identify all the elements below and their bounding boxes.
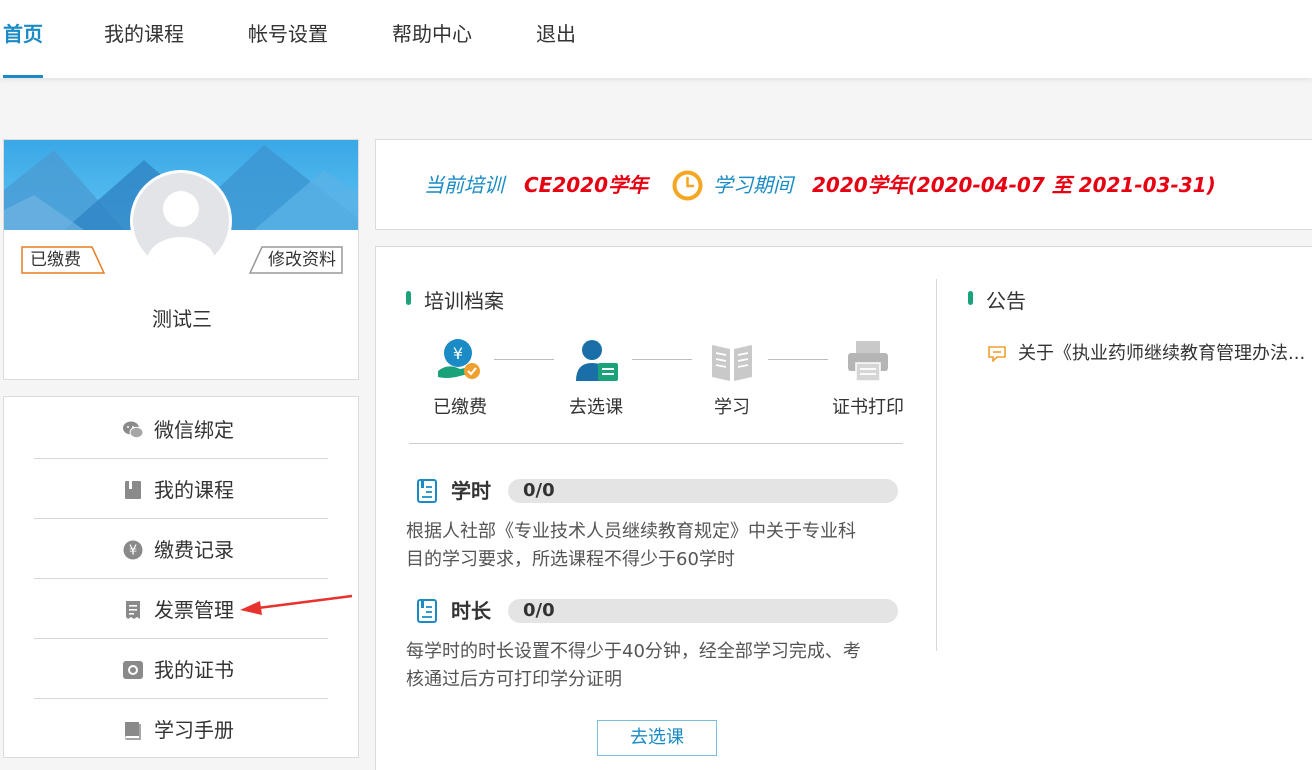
study-period-label: 学习期间 [713, 173, 793, 197]
hours-description: 根据人社部《专业技术人员继续教育规定》中关于专业科 目的学习要求，所选课程不得少… [406, 518, 906, 574]
menu-label: 缴费记录 [154, 538, 234, 562]
nav-account-settings[interactable]: 帐号设置 [248, 0, 328, 78]
archive-title: 培训档案 [424, 289, 504, 313]
nav-help-center[interactable]: 帮助中心 [392, 0, 472, 78]
book-icon [125, 481, 141, 499]
wechat-icon [123, 421, 144, 439]
notice-text: 关于《执业药师继续教育管理办法... [1018, 343, 1306, 364]
annotation-arrow-icon [240, 594, 353, 615]
study-period-value: 2020学年(2020-04-07 至 2021-03-31) [812, 173, 1216, 197]
menu-item-my-courses[interactable]: 我的课程 [34, 459, 328, 519]
archive-section-title: 培训档案 [406, 285, 504, 314]
step-label: 去选课 [569, 397, 623, 418]
print-icon [848, 341, 888, 382]
step-label: 已缴费 [433, 397, 487, 418]
clock-icon [672, 170, 703, 201]
invoice-icon [126, 601, 140, 619]
nav-logout[interactable]: 退出 [536, 0, 576, 78]
current-training-value: CE2020学年 [524, 173, 649, 197]
current-training-bar: 当前培训 CE2020学年 学习期间 2020学年(2020-04-07 至 2… [375, 139, 1312, 230]
nav-my-courses[interactable]: 我的课程 [104, 0, 184, 78]
step-label: 学习 [714, 397, 750, 418]
duration-title: 时长 [451, 599, 491, 623]
paid-icon: ¥ [438, 339, 480, 379]
paid-badge-label: 已缴费 [30, 250, 81, 270]
main-panel: 培训档案 ¥ 已缴费 去选课 学习 证书打印 学时 0/0 根据人社部《专业技术… [375, 246, 1312, 770]
menu-item-my-certificate[interactable]: 我的证书 [34, 639, 328, 699]
yen-icon: ¥ [123, 540, 143, 560]
manual-icon [125, 722, 141, 740]
document-icon [417, 599, 437, 623]
menu-item-study-manual[interactable]: 学习手册 [34, 699, 328, 759]
menu-label: 微信绑定 [154, 418, 234, 442]
menu-item-wechat-binding[interactable]: 微信绑定 [34, 399, 328, 459]
section-marker [406, 291, 411, 305]
top-navigation: 首页 我的课程 帐号设置 帮助中心 退出 [0, 0, 1312, 78]
select-course-button[interactable]: 去选课 [597, 720, 717, 756]
menu-label: 发票管理 [154, 598, 234, 622]
select-course-icon [576, 340, 618, 381]
duration-progress-bar: 0/0 [508, 599, 898, 623]
step-connector [494, 359, 554, 360]
step-connector [632, 359, 692, 360]
certificate-icon [123, 661, 143, 679]
duration-stat: 时长 0/0 [416, 598, 898, 624]
edit-profile-button[interactable]: 修改资料 [248, 245, 344, 275]
notice-item[interactable]: 关于《执业药师继续教育管理办法... [988, 341, 1312, 367]
current-training-label: 当前培训 [424, 173, 504, 197]
step-connector [768, 359, 828, 360]
hours-desc-line: 目的学习要求，所选课程不得少于60学时 [406, 549, 735, 570]
message-icon [988, 346, 1006, 362]
menu-label: 我的证书 [154, 658, 234, 682]
step-label: 证书打印 [832, 397, 904, 418]
duration-desc-line: 核通过后方可打印学分证明 [406, 669, 622, 690]
duration-description: 每学时的时长设置不得少于40分钟，经全部学习完成、考 核通过后方可打印学分证明 [406, 638, 906, 694]
document-icon [417, 479, 437, 503]
notice-section-title: 公告 [968, 285, 1026, 314]
hours-title: 学时 [451, 479, 491, 503]
profile-card: 已缴费 修改资料 测试三 [3, 139, 359, 380]
avatar[interactable] [130, 170, 232, 272]
menu-label: 我的课程 [154, 478, 234, 502]
side-menu: 微信绑定 我的课程 ¥ 缴费记录 发票管理 我的证书 学习手册 [3, 396, 359, 758]
panel-divider [936, 279, 937, 651]
duration-desc-line: 每学时的时长设置不得少于40分钟，经全部学习完成、考 [406, 641, 861, 662]
hours-progress-bar: 0/0 [508, 479, 898, 503]
study-icon [712, 345, 752, 381]
hours-value: 0/0 [523, 480, 555, 501]
nav-home[interactable]: 首页 [3, 0, 43, 78]
svg-text:¥: ¥ [453, 344, 463, 363]
hours-stat: 学时 0/0 [416, 478, 898, 504]
notice-title: 公告 [986, 289, 1026, 313]
hours-desc-line: 根据人社部《专业技术人员继续教育规定》中关于专业科 [406, 521, 856, 542]
menu-label: 学习手册 [154, 718, 234, 742]
section-divider [409, 443, 903, 444]
section-marker [968, 291, 973, 305]
duration-value: 0/0 [523, 600, 555, 621]
edit-profile-label: 修改资料 [268, 250, 336, 270]
paid-badge: 已缴费 [20, 245, 106, 275]
user-name: 测试三 [152, 307, 212, 331]
svg-text:¥: ¥ [129, 544, 137, 559]
menu-item-payment-records[interactable]: ¥ 缴费记录 [34, 519, 328, 579]
